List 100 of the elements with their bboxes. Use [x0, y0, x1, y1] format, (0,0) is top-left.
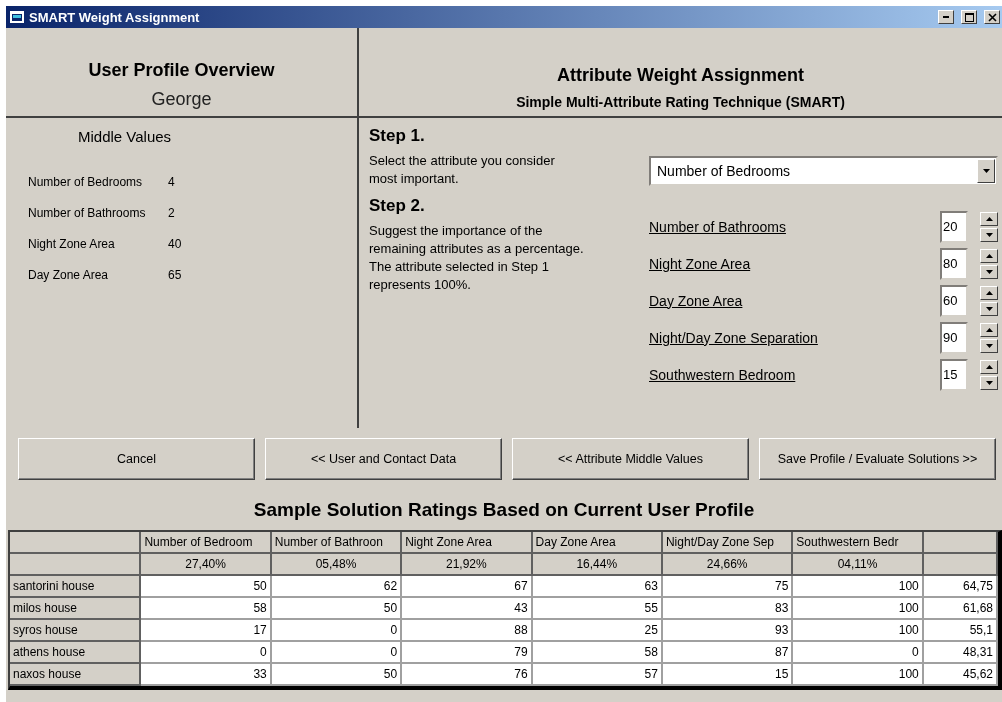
table-cell: 48,31: [923, 642, 998, 664]
table-cell: 50: [271, 664, 403, 686]
table-cell: 79: [402, 642, 533, 664]
attribute-label: Number of Bathrooms: [28, 206, 147, 222]
minimize-icon: [943, 16, 949, 18]
table-title: Sample Solution Ratings Based on Current User Profile: [252, 499, 756, 521]
table-cell: 58: [532, 642, 663, 664]
spin-down-button[interactable]: [980, 301, 998, 316]
spin-down-button[interactable]: [980, 338, 998, 353]
table-cell: 62: [271, 576, 403, 598]
row-header: athens house: [10, 642, 142, 664]
window-title: SMART Weight Assignment: [29, 9, 201, 25]
spin-down-button[interactable]: [980, 375, 998, 390]
section-heading: Attribute Weight Assignment: [557, 65, 804, 86]
table-cell: 55,1: [923, 620, 998, 642]
table-cell: 87: [662, 642, 794, 664]
weight-input[interactable]: 90: [940, 321, 968, 354]
table-cell: 61,68: [923, 598, 998, 620]
nav-button[interactable]: << Attribute Middle Values: [512, 438, 749, 480]
column-header: Number of Bathroon: [271, 532, 403, 554]
table-cell: 88: [402, 620, 533, 642]
weight-cell: 04,11%: [793, 554, 924, 576]
down-arrow-icon: [985, 380, 993, 385]
column-header: Night/Day Zone Sep: [662, 532, 794, 554]
table-cell: 45,62: [923, 664, 998, 686]
attribute-value: 2: [168, 206, 175, 222]
table-cell: 75: [662, 576, 794, 598]
down-arrow-icon: [985, 232, 993, 237]
down-arrow-icon: [985, 306, 993, 311]
step-instructions: Suggest the importance of the remaining attributes as a percentage. The attribute selected in Step 1 represents 100%.: [369, 222, 584, 294]
up-arrow-icon: [985, 290, 993, 295]
spin-up-button[interactable]: [980, 285, 998, 300]
table-cell: 63: [532, 576, 663, 598]
weight-cell: 21,92%: [402, 554, 533, 576]
close-icon: [987, 12, 997, 22]
spin-up-button[interactable]: [980, 322, 998, 337]
up-arrow-icon: [985, 364, 993, 369]
table-cell: 0: [271, 620, 403, 642]
section-subheading: Simple Multi-Attribute Rating Technique (SMART): [516, 94, 845, 110]
table-cell: 25: [532, 620, 663, 642]
table-cell: 76: [402, 664, 533, 686]
weight-cell: 27,40%: [141, 554, 272, 576]
column-header: Number of Bedroom: [141, 532, 272, 554]
down-arrow-icon: [985, 343, 993, 348]
table-cell: 0: [141, 642, 272, 664]
spin-up-button[interactable]: [980, 211, 998, 226]
table-cell: 50: [271, 598, 403, 620]
table-cell: 43: [402, 598, 533, 620]
weight-cell: 16,44%: [532, 554, 663, 576]
table-cell: 93: [662, 620, 794, 642]
attribute-label: Night Zone Area: [28, 237, 116, 253]
attribute-dropdown[interactable]: Number of Bedrooms: [649, 156, 998, 186]
minimize-button[interactable]: [938, 10, 954, 24]
attribute-label: Night/Day Zone Separation: [649, 329, 819, 346]
nav-button[interactable]: Cancel: [18, 438, 255, 480]
table-cell: 100: [793, 576, 924, 598]
attribute-label: Southwestern Bedroom: [649, 366, 797, 383]
attribute-value: 4: [168, 175, 175, 191]
dropdown-arrow-icon: [982, 169, 990, 173]
row-header: santorini house: [10, 576, 142, 598]
column-header: Night Zone Area: [402, 532, 533, 554]
table-cell: 15: [662, 664, 794, 686]
subheading: Middle Values: [78, 128, 172, 145]
user-name: George: [151, 89, 212, 110]
app-icon: [10, 11, 24, 23]
spin-down-button[interactable]: [980, 264, 998, 279]
weight-input[interactable]: 15: [940, 358, 968, 391]
weight-cell: 05,48%: [271, 554, 403, 576]
nav-button[interactable]: << User and Contact Data: [265, 438, 502, 480]
table-cell: 0: [793, 642, 924, 664]
attribute-label: Day Zone Area: [649, 292, 744, 309]
weight-input[interactable]: 80: [940, 247, 968, 280]
table-cell: 58: [141, 598, 272, 620]
nav-button[interactable]: Save Profile / Evaluate Solutions >>: [759, 438, 996, 480]
weight-input[interactable]: 20: [940, 210, 968, 243]
row-header: syros house: [10, 620, 142, 642]
table-cell: 57: [532, 664, 663, 686]
table-cell: 17: [141, 620, 272, 642]
maximize-button[interactable]: [961, 10, 977, 24]
table-cell: 64,75: [923, 576, 998, 598]
table-cell: 100: [793, 664, 924, 686]
attribute-value: 65: [168, 268, 182, 284]
table-cell: 55: [532, 598, 663, 620]
table-cell: 83: [662, 598, 794, 620]
up-arrow-icon: [985, 327, 993, 332]
maximize-icon: [964, 12, 974, 22]
spin-up-button[interactable]: [980, 248, 998, 263]
column-header: Southwestern Bedr: [793, 532, 924, 554]
down-arrow-icon: [985, 269, 993, 274]
up-arrow-icon: [985, 253, 993, 258]
spin-down-button[interactable]: [980, 227, 998, 242]
step-title: Step 2.: [369, 196, 426, 216]
weight-cell: 24,66%: [662, 554, 794, 576]
attribute-label: Day Zone Area: [28, 268, 110, 284]
column-header: Day Zone Area: [532, 532, 663, 554]
table-cell: 33: [141, 664, 272, 686]
weight-input[interactable]: 60: [940, 284, 968, 317]
close-button[interactable]: [984, 10, 1000, 24]
spin-up-button[interactable]: [980, 359, 998, 374]
step-title: Step 1.: [369, 126, 426, 146]
